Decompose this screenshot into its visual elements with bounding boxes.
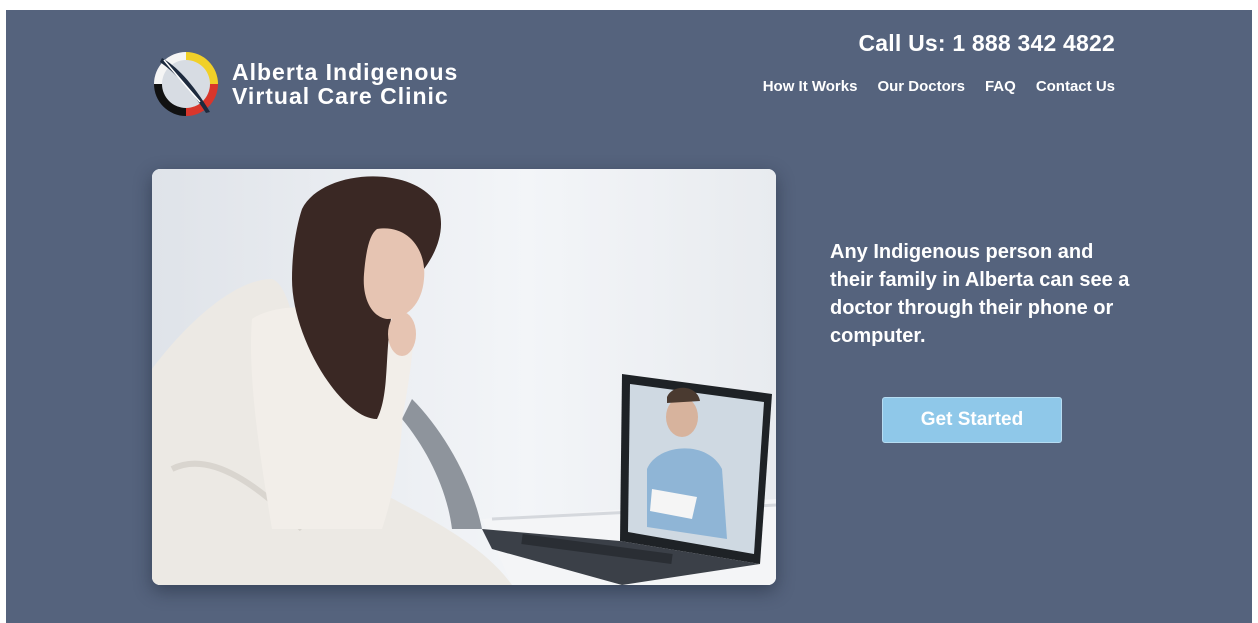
- nav-contact-us[interactable]: Contact Us: [1036, 78, 1115, 95]
- get-started-button[interactable]: Get Started: [882, 397, 1062, 443]
- main-nav: How It Works Our Doctors FAQ Contact Us: [763, 78, 1115, 95]
- brand-name: Alberta Indigenous Virtual Care Clinic: [232, 60, 458, 108]
- nav-faq[interactable]: FAQ: [985, 78, 1016, 95]
- medicine-wheel-feather-icon: [154, 52, 218, 116]
- hero-image: [152, 169, 776, 585]
- nav-our-doctors[interactable]: Our Doctors: [877, 78, 965, 95]
- phone-number[interactable]: Call Us: 1 888 342 4822: [859, 30, 1116, 57]
- hero-tagline: Any Indigenous person and their family i…: [830, 241, 1130, 347]
- brand-line-1: Alberta Indigenous: [232, 59, 459, 85]
- hero-illustration: [152, 169, 776, 585]
- brand-line-2: Virtual Care Clinic: [232, 83, 449, 109]
- site-logo-link[interactable]: Alberta Indigenous Virtual Care Clinic: [152, 49, 472, 119]
- nav-how-it-works[interactable]: How It Works: [763, 78, 858, 95]
- page: Alberta Indigenous Virtual Care Clinic C…: [6, 10, 1252, 623]
